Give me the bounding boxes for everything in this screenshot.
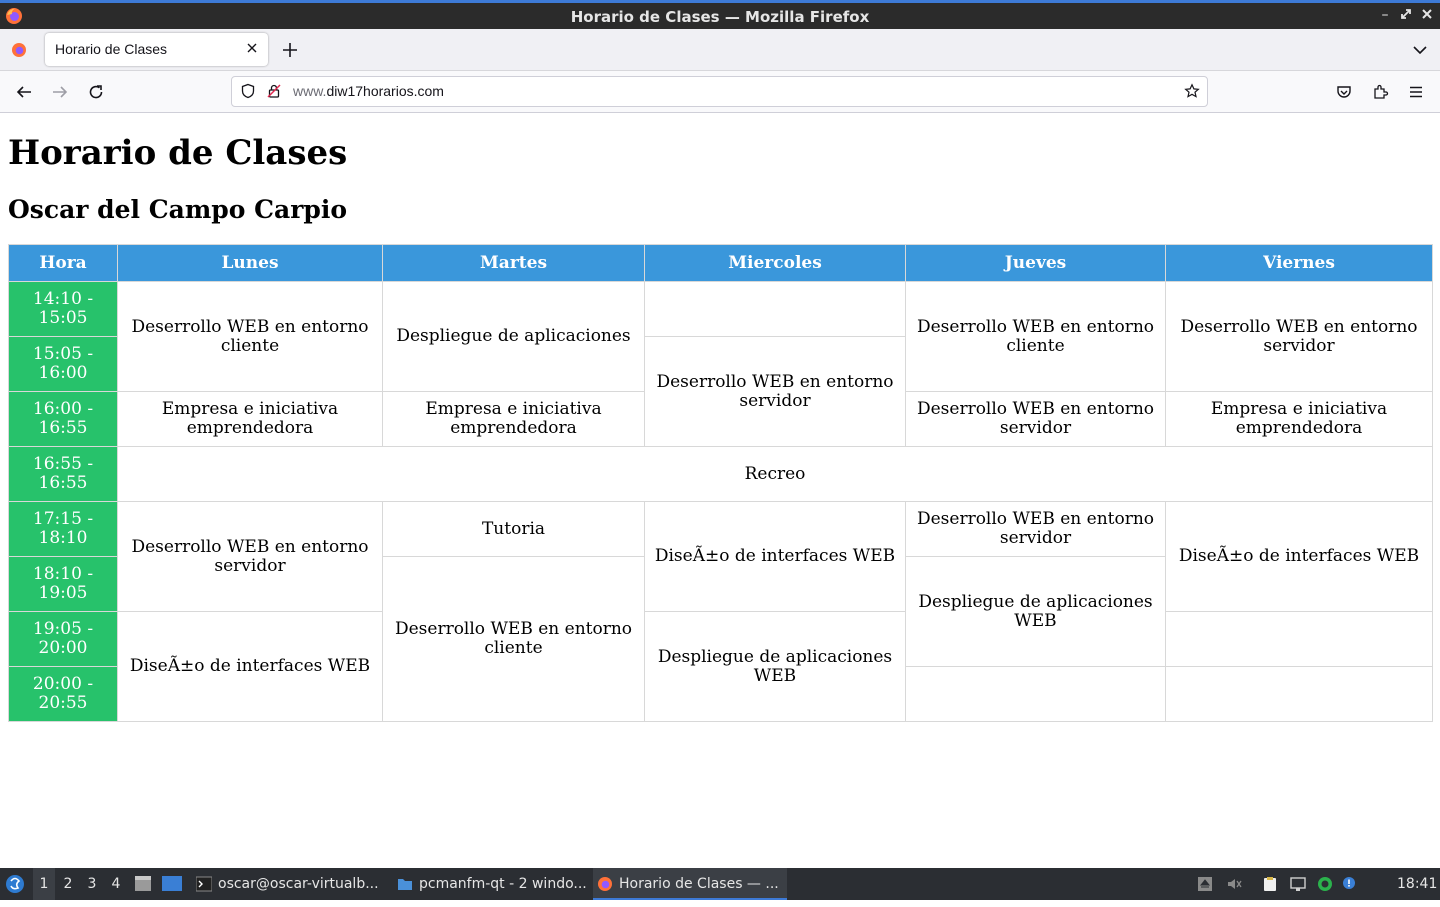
class-cell: Deserrollo WEB en entorno cliente [905, 281, 1166, 392]
eject-icon[interactable] [1197, 876, 1213, 892]
hamburger-menu-icon[interactable] [1407, 83, 1425, 101]
url-bar[interactable]: www.diw17horarios.com [231, 76, 1208, 107]
hour-cell: 16:00 - 16:55 [8, 391, 118, 447]
hour-cell: 17:15 - 18:10 [8, 501, 118, 557]
table-row: 14:10 - 15:05 Deserrollo WEB en entorno … [8, 281, 1433, 392]
task-label: oscar@oscar-virtualb... [218, 876, 379, 892]
tab-horario[interactable]: Horario de Clases [45, 33, 268, 66]
clipboard-icon[interactable] [1262, 876, 1278, 892]
hour-cell: 14:10 - 15:05 [8, 281, 118, 337]
folder-icon [398, 879, 412, 890]
url-prefix: www. [293, 83, 327, 99]
reload-icon[interactable] [87, 83, 105, 101]
hour-cell: 16:55 - 16:55 [8, 446, 118, 502]
class-cell: Tutoria [382, 501, 645, 557]
desktop-1[interactable]: 1 [33, 868, 55, 900]
empty-cell [644, 281, 906, 337]
class-cell: Despliegue de aplicaciones [382, 281, 645, 392]
network-icon[interactable] [1290, 876, 1306, 892]
forward-arrow-icon[interactable] [51, 83, 69, 101]
column-header-jueves: Jueves [905, 244, 1166, 282]
class-cell: Deserrollo WEB en entorno servidor [644, 336, 906, 447]
navigation-bar: www.diw17horarios.com [0, 71, 1440, 113]
table-header-row: Hora Lunes Martes Miercoles Jueves Viern… [8, 244, 1433, 282]
close-window-icon[interactable] [1419, 7, 1435, 23]
recreo-cell: Recreo [117, 446, 1433, 502]
class-cell: Deserrollo WEB en entorno cliente [382, 556, 645, 722]
hour-cell: 15:05 - 16:00 [8, 336, 118, 392]
class-cell: Empresa e iniciativa emprendedora [117, 391, 383, 447]
table-row: 16:55 - 16:55 Recreo [8, 446, 1433, 502]
column-header-martes: Martes [382, 244, 645, 282]
close-tab-icon[interactable] [244, 40, 260, 56]
shield-icon[interactable] [240, 83, 256, 99]
task-label: pcmanfm-qt - 2 windo... [419, 876, 586, 892]
class-cell: Despliegue de aplicaciones WEB [644, 611, 906, 722]
tab-strip: Horario de Clases [0, 29, 1440, 71]
column-header-miercoles: Miercoles [644, 244, 906, 282]
bookmark-star-icon[interactable] [1184, 83, 1200, 99]
terminal-icon [196, 876, 212, 892]
back-arrow-icon[interactable] [15, 83, 33, 101]
update-status-icon[interactable] [1317, 876, 1333, 892]
class-cell: Deserrollo WEB en entorno servidor [1165, 281, 1433, 392]
new-tab-icon[interactable] [280, 40, 300, 60]
hour-cell: 18:10 - 19:05 [8, 556, 118, 612]
class-cell: Empresa e iniciativa emprendedora [1165, 391, 1433, 447]
minimize-icon[interactable]: – [1377, 7, 1393, 23]
maximize-icon[interactable] [1398, 7, 1414, 23]
column-header-hora: Hora [8, 244, 118, 282]
chevron-down-icon[interactable] [1412, 42, 1428, 58]
empty-cell [1165, 666, 1433, 722]
table-row: 17:15 - 18:10 Deserrollo WEB en entorno … [8, 501, 1433, 612]
class-cell: DiseÃ±o de interfaces WEB [1165, 501, 1433, 612]
firefox-icon [598, 877, 612, 891]
pocket-icon[interactable] [1335, 83, 1353, 101]
task-label: Horario de Clases — ... [619, 876, 779, 892]
class-cell: Empresa e iniciativa emprendedora [382, 391, 645, 447]
taskbar-task-terminal[interactable]: oscar@oscar-virtualb... [192, 868, 385, 900]
column-header-lunes: Lunes [117, 244, 383, 282]
student-name: Oscar del Campo Carpio [8, 195, 348, 224]
desktop-4[interactable]: 4 [105, 868, 127, 900]
window-title: Horario de Clases — Mozilla Firefox [570, 8, 870, 26]
column-header-viernes: Viernes [1165, 244, 1433, 282]
desktop-show-icon[interactable] [161, 868, 185, 900]
start-menu-icon[interactable] [4, 868, 28, 900]
file-manager-launcher-icon[interactable] [133, 868, 155, 900]
empty-cell [1165, 611, 1433, 667]
extensions-icon[interactable] [1371, 83, 1389, 101]
desktop-3[interactable]: 3 [81, 868, 103, 900]
insecure-lock-icon[interactable] [266, 83, 282, 99]
notification-icon[interactable] [1341, 876, 1357, 892]
class-cell: Deserrollo WEB en entorno cliente [117, 281, 383, 392]
url-domain: diw17horarios.com [326, 83, 444, 99]
firefox-view-icon[interactable] [11, 42, 27, 58]
taskbar-task-pcmanfm[interactable]: pcmanfm-qt - 2 windo... [393, 868, 586, 900]
page-title: Horario de Clases [8, 133, 348, 173]
tab-title: Horario de Clases [55, 41, 168, 57]
class-cell: Deserrollo WEB en entorno servidor [905, 501, 1166, 557]
hour-cell: 19:05 - 20:00 [8, 611, 118, 667]
window-titlebar: Horario de Clases — Mozilla Firefox – [0, 0, 1440, 29]
class-cell: Deserrollo WEB en entorno servidor [905, 391, 1166, 447]
clock[interactable]: 18:41 [1397, 868, 1437, 900]
class-cell: Deserrollo WEB en entorno servidor [117, 501, 383, 612]
url-text[interactable]: www.diw17horarios.com [293, 83, 444, 99]
taskbar-task-firefox[interactable]: Horario de Clases — ... [593, 868, 787, 900]
empty-cell [905, 666, 1166, 722]
taskbar: 1 2 3 4 oscar@oscar-virtualb... pcmanfm-… [0, 868, 1440, 900]
schedule-table: Hora Lunes Martes Miercoles Jueves Viern… [8, 244, 1433, 722]
class-cell: DiseÃ±o de interfaces WEB [644, 501, 906, 612]
volume-muted-icon[interactable] [1226, 876, 1242, 892]
table-row: 19:05 - 20:00 DiseÃ±o de interfaces WEB … [8, 611, 1433, 722]
class-cell: Despliegue de aplicaciones WEB [905, 556, 1166, 667]
page-content: Horario de Clases Oscar del Campo Carpio… [0, 113, 1440, 868]
desktop-2[interactable]: 2 [57, 868, 79, 900]
hour-cell: 20:00 - 20:55 [8, 666, 118, 722]
class-cell: DiseÃ±o de interfaces WEB [117, 611, 383, 722]
